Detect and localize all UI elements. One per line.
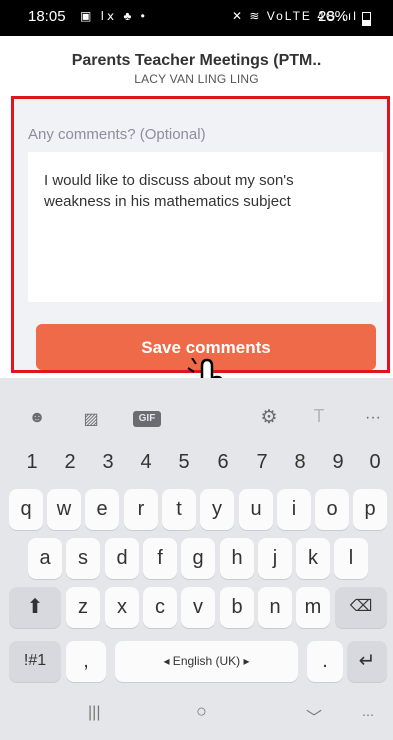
comments-text: I would like to discuss about my son's w… [44,172,294,210]
key-h[interactable]: h [220,538,254,579]
emoji-icon[interactable]: ☻ [22,409,52,429]
key-3[interactable]: 3 [98,442,118,483]
status-bar: 18:05 ▣ ⅼⅹ ♣ • ✕ ≋ VoLTE 4G .ıl 28% [0,0,393,36]
sticker-icon[interactable]: ▨ [76,409,106,429]
key-f[interactable]: f [143,538,177,579]
key-d[interactable]: d [105,538,139,579]
key-6[interactable]: 6 [213,442,233,483]
symbols-key[interactable]: !#1 [9,641,61,682]
key-s[interactable]: s [66,538,100,579]
backspace-key[interactable]: ⌫ [335,587,387,628]
key-p[interactable]: p [353,489,387,530]
page-title: Parents Teacher Meetings (PTM.. [71,52,322,69]
key-k[interactable]: k [296,538,330,579]
key-m[interactable]: m [296,587,330,628]
key-x[interactable]: x [105,587,139,628]
space-key[interactable]: ◂ English (UK) ▸ [115,641,298,682]
key-c[interactable]: c [143,587,177,628]
key-y[interactable]: y [200,489,234,530]
notification-icons: ▣ ⅼⅹ ♣ • [80,9,148,23]
comments-label: Any comments? (Optional) [28,126,206,143]
more-options-icon[interactable]: ··· [358,409,388,429]
key-2[interactable]: 2 [60,442,80,483]
key-5[interactable]: 5 [174,442,194,483]
key-e[interactable]: e [85,489,119,530]
comma-key[interactable]: , [66,641,106,682]
battery-icon [362,12,371,26]
key-7[interactable]: 7 [252,442,272,483]
key-1[interactable]: 1 [22,442,42,483]
key-v[interactable]: v [181,587,215,628]
comments-textarea[interactable]: I would like to discuss about my son's w… [28,152,383,302]
key-g[interactable]: g [181,538,215,579]
home-icon[interactable]: ○ [196,701,207,722]
settings-gear-icon[interactable]: ⚙ [254,406,284,428]
key-r[interactable]: r [124,489,158,530]
key-t[interactable]: t [162,489,196,530]
enter-key[interactable]: ↵ [347,641,387,682]
back-icon[interactable]: ﹀ [306,704,322,728]
key-4[interactable]: 4 [136,442,156,483]
battery-percent: 28% [318,8,349,25]
key-l[interactable]: l [334,538,368,579]
key-0[interactable]: 0 [365,442,385,483]
text-style-icon[interactable]: T [304,406,334,426]
key-w[interactable]: w [47,489,81,530]
key-u[interactable]: u [239,489,273,530]
key-8[interactable]: 8 [290,442,310,483]
keyboard-switch-icon[interactable]: ⋯ [362,708,374,722]
shift-key[interactable]: ⬆ [9,587,61,628]
key-b[interactable]: b [220,587,254,628]
key-i[interactable]: i [277,489,311,530]
key-q[interactable]: q [9,489,43,530]
status-time: 18:05 [28,8,66,25]
gif-button[interactable]: GIF [133,411,161,427]
key-o[interactable]: o [315,489,349,530]
key-j[interactable]: j [258,538,292,579]
page-subtitle: LACY VAN LING LING [134,72,259,86]
key-9[interactable]: 9 [328,442,348,483]
period-key[interactable]: . [307,641,343,682]
key-z[interactable]: z [66,587,100,628]
key-n[interactable]: n [258,587,292,628]
key-a[interactable]: a [28,538,62,579]
recent-apps-icon[interactable]: ||| [88,704,100,722]
